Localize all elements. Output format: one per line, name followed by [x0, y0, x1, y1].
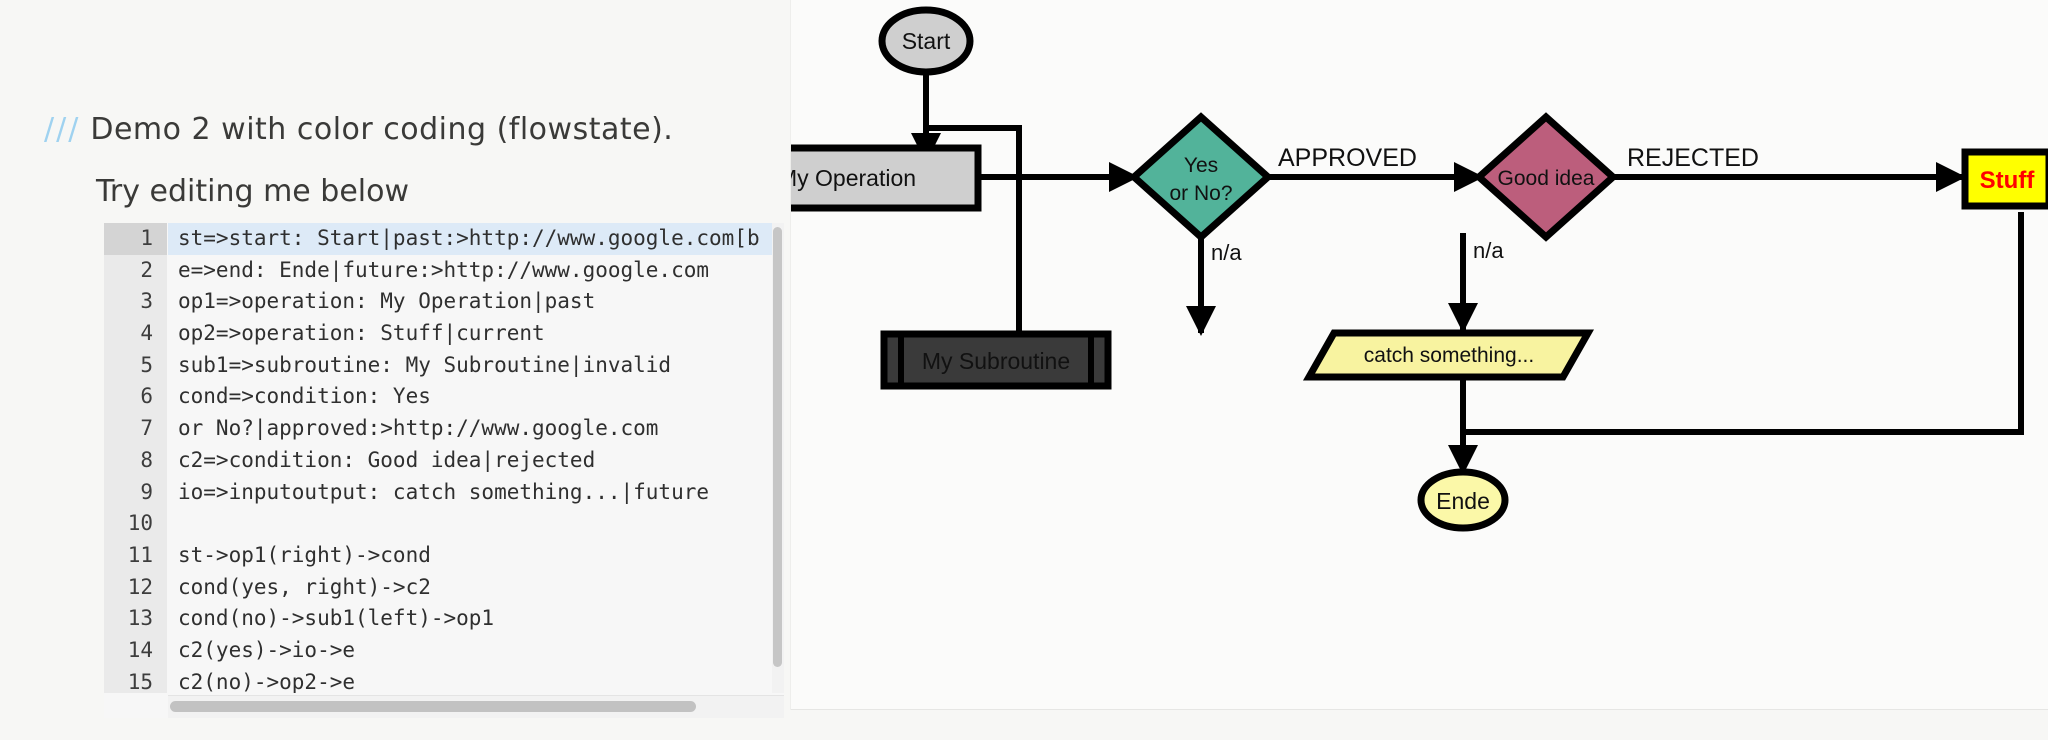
line-number: 1 — [104, 223, 167, 255]
app-root: /// Demo 2 with color coding (flowstate)… — [0, 0, 2048, 740]
code-line-text[interactable]: st=>start: Start|past:>http://www.google… — [168, 223, 784, 255]
node-start[interactable]: Start — [878, 6, 974, 76]
node-input-output[interactable]: catch something... — [1302, 329, 1595, 381]
condition-yes-no-label-line1: Yes — [1184, 154, 1218, 177]
line-number: 14 — [104, 634, 167, 667]
code-line-text[interactable]: cond(yes, right)->c2 — [168, 572, 784, 604]
start-label: Start — [902, 28, 951, 54]
code-line-text[interactable]: cond(no)->sub1(left)->op1 — [168, 603, 784, 635]
line-number: 7 — [104, 413, 167, 445]
node-end[interactable]: Ende — [1417, 468, 1509, 532]
line-number: 6 — [104, 381, 167, 414]
editor-vertical-scrollbar-thumb[interactable] — [773, 227, 782, 667]
code-line-row[interactable]: 1 st=>start: Start|past:>http://www.googl… — [104, 223, 784, 255]
demo-heading-text: Demo 2 with color coding (flowstate). — [90, 112, 674, 147]
demo-heading: /// Demo 2 with color coding (flowstate)… — [44, 112, 673, 147]
edge-label-condition1-no: n/a — [1211, 240, 1242, 265]
comment-slashes: /// — [44, 112, 81, 147]
line-number: 3 — [104, 286, 167, 319]
code-line-text[interactable]: c2(no)->op2->e — [168, 667, 784, 693]
node-my-operation[interactable]: My Operation — [791, 144, 982, 212]
code-line-row[interactable]: 12 cond(yes, right)->c2 — [104, 571, 784, 604]
node-condition-good-idea[interactable]: Good idea — [1473, 112, 1619, 242]
line-number: 5 — [104, 349, 167, 382]
line-number: 11 — [104, 539, 167, 572]
code-line-text[interactable]: e=>end: Ende|future:>http://www.google.c… — [168, 255, 784, 287]
line-number: 4 — [104, 318, 167, 350]
my-subroutine-label: My Subroutine — [922, 348, 1070, 374]
my-operation-label: My Operation — [791, 165, 916, 191]
code-lines[interactable]: 1 st=>start: Start|past:>http://www.googl… — [104, 223, 784, 693]
code-line-text[interactable]: sub1=>subroutine: My Subroutine|invalid — [168, 350, 784, 382]
code-line-row[interactable]: 9 io=>inputoutput: catch something...|fut… — [104, 476, 784, 509]
editor-pane: /// Demo 2 with color coding (flowstate)… — [0, 0, 790, 740]
code-line-text[interactable]: or No?|approved:>http://www.google.com — [168, 413, 784, 445]
edge-label-rejected: REJECTED — [1627, 144, 1759, 172]
code-line-row[interactable]: 15 c2(no)->op2->e — [104, 666, 784, 693]
code-line-row[interactable]: 6 cond=>condition: Yes — [104, 381, 784, 414]
code-line-row[interactable]: 7 or No?|approved:>http://www.google.com — [104, 413, 784, 445]
line-number: 2 — [104, 254, 167, 287]
line-number: 8 — [104, 444, 167, 477]
condition-yes-no-label-line2: or No? — [1169, 182, 1232, 205]
input-output-label: catch something... — [1364, 344, 1534, 367]
code-line-text[interactable] — [168, 508, 784, 540]
code-line-row[interactable]: 14 c2(yes)->io->e — [104, 634, 784, 667]
code-line-text[interactable]: op1=>operation: My Operation|past — [168, 286, 784, 318]
editor-horizontal-scrollbar-thumb[interactable] — [170, 701, 696, 712]
line-number: 12 — [104, 571, 167, 604]
code-line-row[interactable]: 3 op1=>operation: My Operation|past — [104, 286, 784, 319]
flowchart-canvas: Start My Operation Yes or No? Good idea — [790, 0, 2048, 710]
code-line-text[interactable]: c2=>condition: Good idea|rejected — [168, 445, 784, 477]
end-label: Ende — [1436, 488, 1490, 514]
condition-good-idea-label: Good idea — [1498, 167, 1595, 190]
line-number: 10 — [104, 508, 167, 540]
code-line-row[interactable]: 11 st->op1(right)->cond — [104, 539, 784, 572]
code-editor-viewport[interactable]: 1 st=>start: Start|past:>http://www.googl… — [104, 223, 784, 693]
line-number: 9 — [104, 476, 167, 509]
code-line-row[interactable]: 5 sub1=>subroutine: My Subroutine|invalid — [104, 349, 784, 382]
code-line-text[interactable]: io=>inputoutput: catch something...|futu… — [168, 477, 784, 509]
code-line-text[interactable]: c2(yes)->io->e — [168, 635, 784, 667]
code-line-row[interactable]: 8 c2=>condition: Good idea|rejected — [104, 444, 784, 477]
edge-label-approved: APPROVED — [1278, 144, 1417, 172]
code-line-row[interactable]: 10 — [104, 508, 784, 540]
demo-subheading: Try editing me below — [96, 174, 410, 209]
condition-yes-no-shape — [1128, 112, 1274, 242]
editor-horizontal-scrollbar[interactable] — [168, 695, 784, 718]
code-line-text[interactable]: op2=>operation: Stuff|current — [168, 318, 784, 350]
node-my-subroutine[interactable]: My Subroutine — [880, 330, 1112, 390]
editor-vertical-scrollbar[interactable] — [772, 223, 784, 693]
line-number: 13 — [104, 603, 167, 635]
stuff-label: Stuff — [1980, 167, 2036, 194]
line-number: 15 — [104, 666, 167, 693]
code-editor[interactable]: 1 st=>start: Start|past:>http://www.googl… — [104, 223, 784, 718]
node-condition-yes-no[interactable]: Yes or No? — [1128, 112, 1274, 242]
edge-label-condition2-no: n/a — [1473, 238, 1504, 263]
node-stuff[interactable]: Stuff — [1961, 148, 2048, 210]
code-line-row[interactable]: 13 cond(no)->sub1(left)->op1 — [104, 603, 784, 635]
edge-stuff-to-end — [1463, 212, 2024, 435]
code-line-row[interactable]: 2 e=>end: Ende|future:>http://www.google.… — [104, 254, 784, 287]
code-line-text[interactable]: cond=>condition: Yes — [168, 381, 784, 413]
code-line-row[interactable]: 4 op2=>operation: Stuff|current — [104, 318, 784, 350]
code-line-text[interactable]: st->op1(right)->cond — [168, 540, 784, 572]
